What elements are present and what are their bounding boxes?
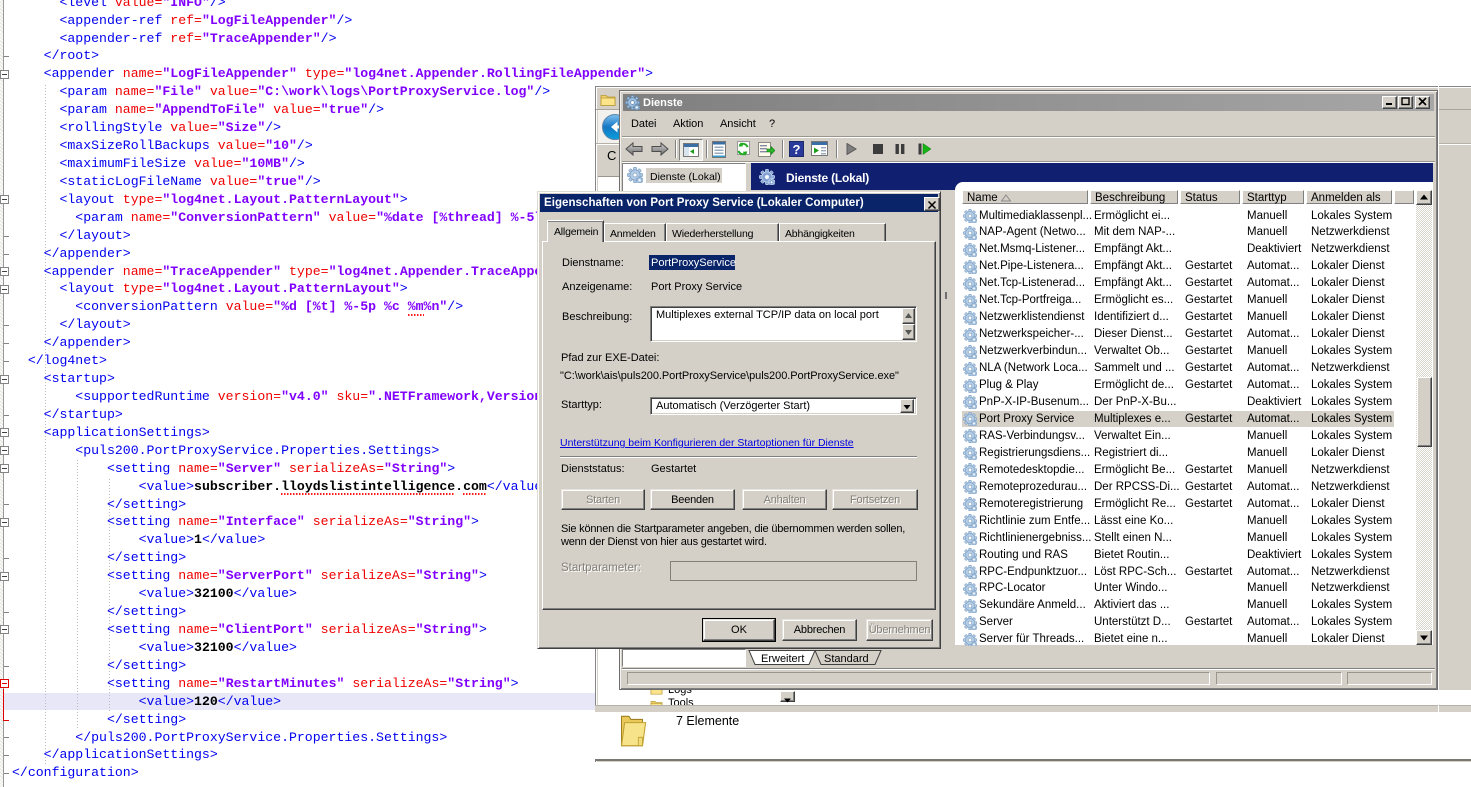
svg-text:Erweitert: Erweitert	[761, 653, 804, 665]
svg-text:Standard: Standard	[824, 653, 869, 665]
